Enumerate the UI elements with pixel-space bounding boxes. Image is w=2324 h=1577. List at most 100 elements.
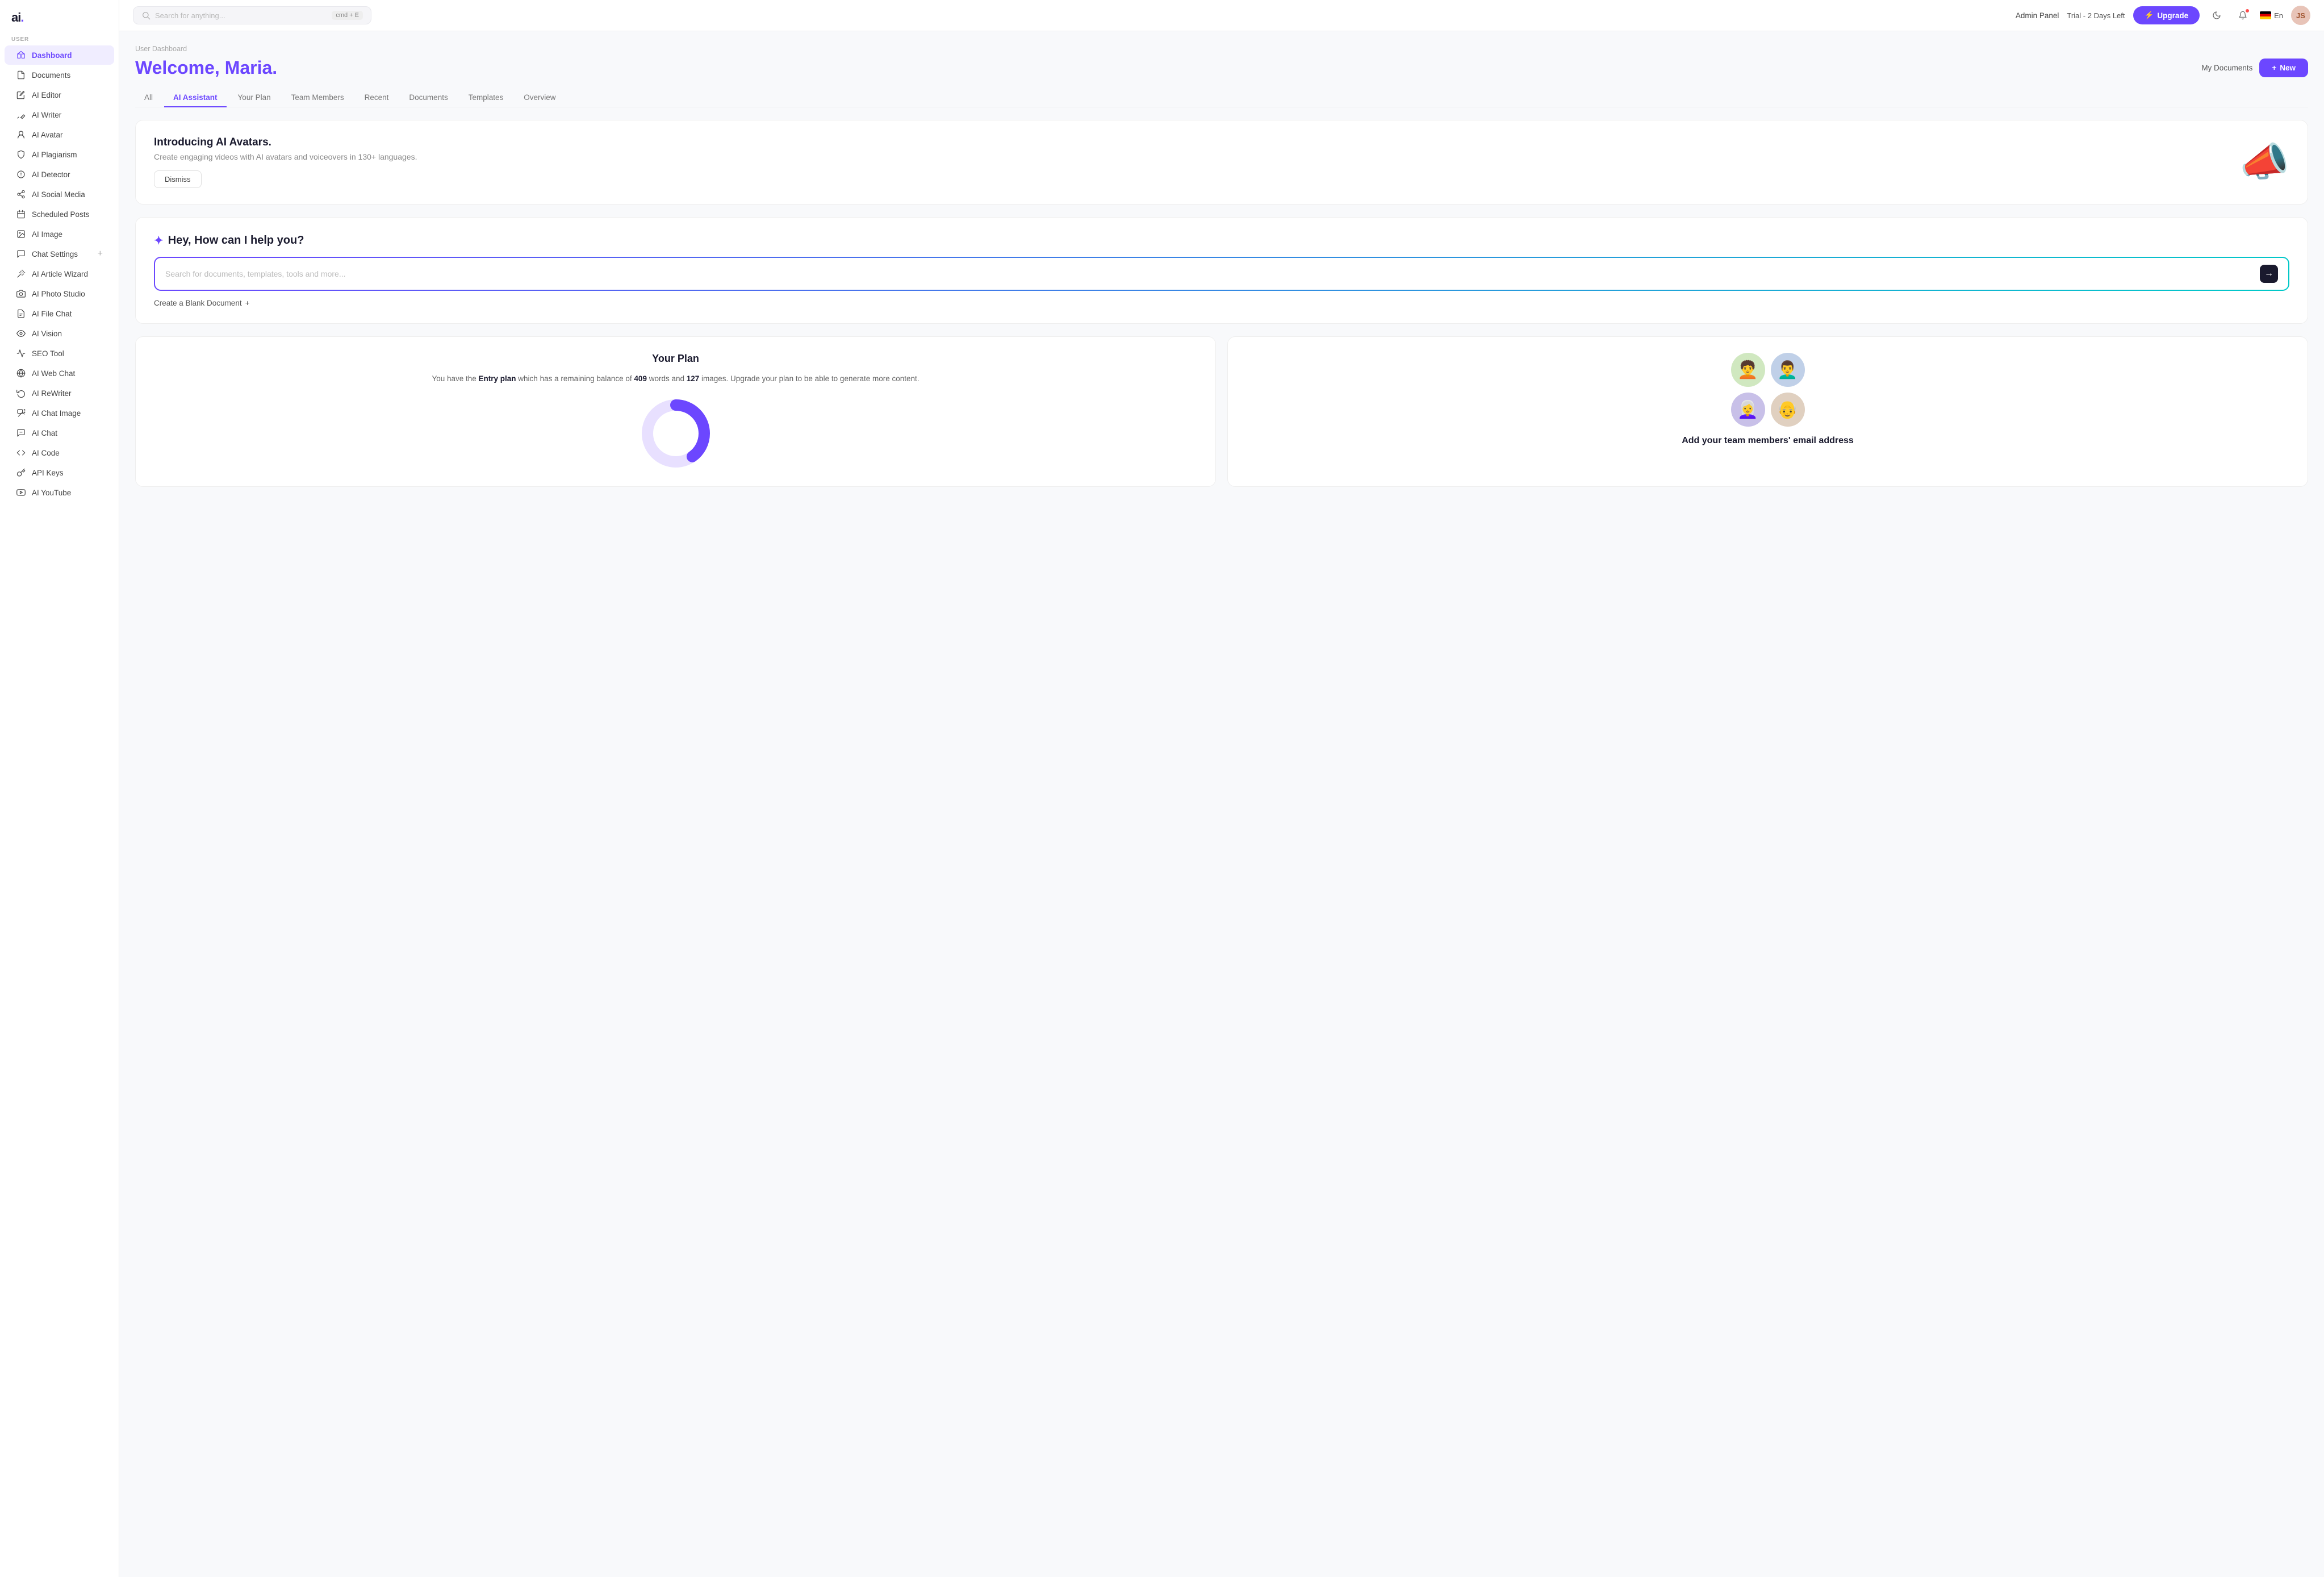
tab-documents[interactable]: Documents bbox=[400, 89, 457, 107]
sidebar-item-ai-editor[interactable]: AI Editor bbox=[5, 85, 114, 105]
sidebar-item-ai-web-chat[interactable]: AI Web Chat bbox=[5, 364, 114, 383]
main-area: cmd + E Admin Panel Trial - 2 Days Left … bbox=[119, 0, 2324, 1577]
sidebar-item-ai-chat[interactable]: AI Chat bbox=[5, 423, 114, 443]
banner-subtitle: Create engaging videos with AI avatars a… bbox=[154, 152, 2229, 161]
image-icon bbox=[16, 229, 26, 239]
plan-images: 127 bbox=[687, 374, 700, 383]
tab-overview[interactable]: Overview bbox=[515, 89, 565, 107]
calendar-icon bbox=[16, 209, 26, 219]
grid-icon bbox=[16, 50, 26, 60]
sidebar-item-ai-rewriter[interactable]: AI ReWriter bbox=[5, 383, 114, 403]
sidebar-item-label: AI Social Media bbox=[32, 190, 85, 199]
help-search-bar[interactable]: → bbox=[154, 257, 2289, 291]
banner-illustration: 📣 bbox=[2240, 139, 2289, 186]
sidebar-item-label: AI YouTube bbox=[32, 489, 71, 497]
tab-templates[interactable]: Templates bbox=[459, 89, 513, 107]
trial-badge: Trial - 2 Days Left bbox=[2067, 11, 2125, 20]
shield-icon bbox=[16, 149, 26, 160]
pen-icon bbox=[16, 110, 26, 120]
title-name: Maria. bbox=[225, 57, 277, 78]
help-search-input[interactable] bbox=[165, 269, 2254, 278]
tab-team-members[interactable]: Team Members bbox=[282, 89, 353, 107]
chat-settings-plus[interactable]: + bbox=[98, 249, 103, 259]
plan-card: Your Plan You have the Entry plan which … bbox=[135, 336, 1216, 487]
sidebar-item-dashboard[interactable]: Dashboard bbox=[5, 45, 114, 65]
donut-chart-wrapper bbox=[152, 397, 1199, 470]
flag-icon bbox=[2260, 11, 2271, 19]
team-avatars: 🧑‍🦱 👨‍🦱 👩‍🦳 👴 bbox=[1731, 353, 1805, 427]
sidebar-item-ai-social-media[interactable]: AI Social Media bbox=[5, 185, 114, 204]
sidebar-item-ai-code[interactable]: AI Code bbox=[5, 443, 114, 462]
banner-title: Introducing AI Avatars. bbox=[154, 136, 2229, 149]
sidebar: ai. USER Dashboard Documents AI Editor A… bbox=[0, 0, 119, 1577]
sidebar-item-chat-settings[interactable]: Chat Settings + bbox=[5, 244, 114, 264]
sidebar-item-ai-chat-image[interactable]: AI Chat Image bbox=[5, 403, 114, 423]
tab-ai-assistant[interactable]: AI Assistant bbox=[164, 89, 227, 107]
tab-all[interactable]: All bbox=[135, 89, 162, 107]
page-title-row: Welcome, Maria. My Documents + New bbox=[135, 57, 2308, 78]
global-search[interactable]: cmd + E bbox=[133, 6, 371, 24]
sidebar-item-label: AI File Chat bbox=[32, 310, 72, 318]
key-icon bbox=[16, 468, 26, 478]
new-button[interactable]: + New bbox=[2259, 59, 2308, 77]
notifications-button[interactable] bbox=[2234, 6, 2252, 24]
breadcrumb: User Dashboard bbox=[135, 45, 2308, 53]
plan-desc-middle: which has a remaining balance of bbox=[516, 374, 634, 383]
sidebar-item-ai-article-wizard[interactable]: AI Article Wizard bbox=[5, 264, 114, 283]
team-avatar-1: 🧑‍🦱 bbox=[1731, 353, 1765, 387]
sidebar-nav: Dashboard Documents AI Editor AI Writer … bbox=[0, 45, 119, 503]
help-search-submit[interactable]: → bbox=[2260, 265, 2278, 283]
admin-panel-link[interactable]: Admin Panel bbox=[2016, 11, 2059, 20]
sidebar-item-ai-youtube[interactable]: AI YouTube bbox=[5, 483, 114, 502]
upgrade-button[interactable]: ⚡ Upgrade bbox=[2133, 6, 2200, 24]
sidebar-item-seo-tool[interactable]: SEO Tool bbox=[5, 344, 114, 363]
help-title: ✦ Hey, How can I help you? bbox=[154, 233, 2289, 248]
sidebar-item-label: AI Chat bbox=[32, 429, 57, 437]
page-content: User Dashboard Welcome, Maria. My Docume… bbox=[119, 31, 2324, 1577]
create-blank-label: Create a Blank Document bbox=[154, 299, 242, 307]
new-label: New bbox=[2280, 64, 2296, 72]
camera-icon bbox=[16, 289, 26, 299]
sidebar-item-label: Documents bbox=[32, 71, 70, 80]
sidebar-item-scheduled-posts[interactable]: Scheduled Posts bbox=[5, 205, 114, 224]
plan-card-title: Your Plan bbox=[152, 353, 1199, 365]
sidebar-item-ai-writer[interactable]: AI Writer bbox=[5, 105, 114, 124]
upgrade-label: Upgrade bbox=[2157, 11, 2188, 20]
title-actions: My Documents + New bbox=[2201, 59, 2308, 77]
tab-your-plan[interactable]: Your Plan bbox=[229, 89, 280, 107]
ai-chat-icon bbox=[16, 428, 26, 438]
team-card-title: Add your team members' email address bbox=[1682, 436, 1854, 446]
theme-toggle[interactable] bbox=[2208, 6, 2226, 24]
topnav: cmd + E Admin Panel Trial - 2 Days Left … bbox=[119, 0, 2324, 31]
tab-recent[interactable]: Recent bbox=[356, 89, 398, 107]
plan-desc-before: You have the bbox=[432, 374, 478, 383]
detector-icon bbox=[16, 169, 26, 180]
sidebar-item-ai-avatar[interactable]: AI Avatar bbox=[5, 125, 114, 144]
create-blank-icon: + bbox=[245, 299, 250, 307]
sidebar-item-ai-file-chat[interactable]: AI File Chat bbox=[5, 304, 114, 323]
sidebar-item-label: AI Chat Image bbox=[32, 409, 81, 418]
banner-card: Introducing AI Avatars. Create engaging … bbox=[135, 120, 2308, 205]
sidebar-item-ai-plagiarism[interactable]: AI Plagiarism bbox=[5, 145, 114, 164]
search-icon bbox=[141, 11, 151, 20]
sidebar-item-documents[interactable]: Documents bbox=[5, 65, 114, 85]
sidebar-item-label: AI Photo Studio bbox=[32, 290, 85, 298]
user-avatar[interactable]: JS bbox=[2291, 6, 2310, 25]
sidebar-item-label: AI Detector bbox=[32, 170, 70, 179]
sidebar-item-ai-photo-studio[interactable]: AI Photo Studio bbox=[5, 284, 114, 303]
sidebar-item-ai-image[interactable]: AI Image bbox=[5, 224, 114, 244]
sidebar-item-api-keys[interactable]: API Keys bbox=[5, 463, 114, 482]
language-selector[interactable]: En bbox=[2260, 11, 2283, 20]
create-blank-button[interactable]: Create a Blank Document + bbox=[154, 299, 2289, 307]
sidebar-item-label: AI Plagiarism bbox=[32, 151, 77, 159]
sidebar-item-ai-vision[interactable]: AI Vision bbox=[5, 324, 114, 343]
sidebar-item-ai-detector[interactable]: AI Detector bbox=[5, 165, 114, 184]
search-input[interactable] bbox=[155, 11, 327, 20]
dismiss-button[interactable]: Dismiss bbox=[154, 170, 202, 188]
help-section: ✦ Hey, How can I help you? → Create a Bl… bbox=[135, 217, 2308, 324]
my-documents-link[interactable]: My Documents bbox=[2201, 64, 2252, 72]
sidebar-item-label: AI Avatar bbox=[32, 131, 63, 139]
logo: ai. bbox=[0, 0, 119, 31]
youtube-icon bbox=[16, 487, 26, 498]
sidebar-item-label: AI ReWriter bbox=[32, 389, 72, 398]
